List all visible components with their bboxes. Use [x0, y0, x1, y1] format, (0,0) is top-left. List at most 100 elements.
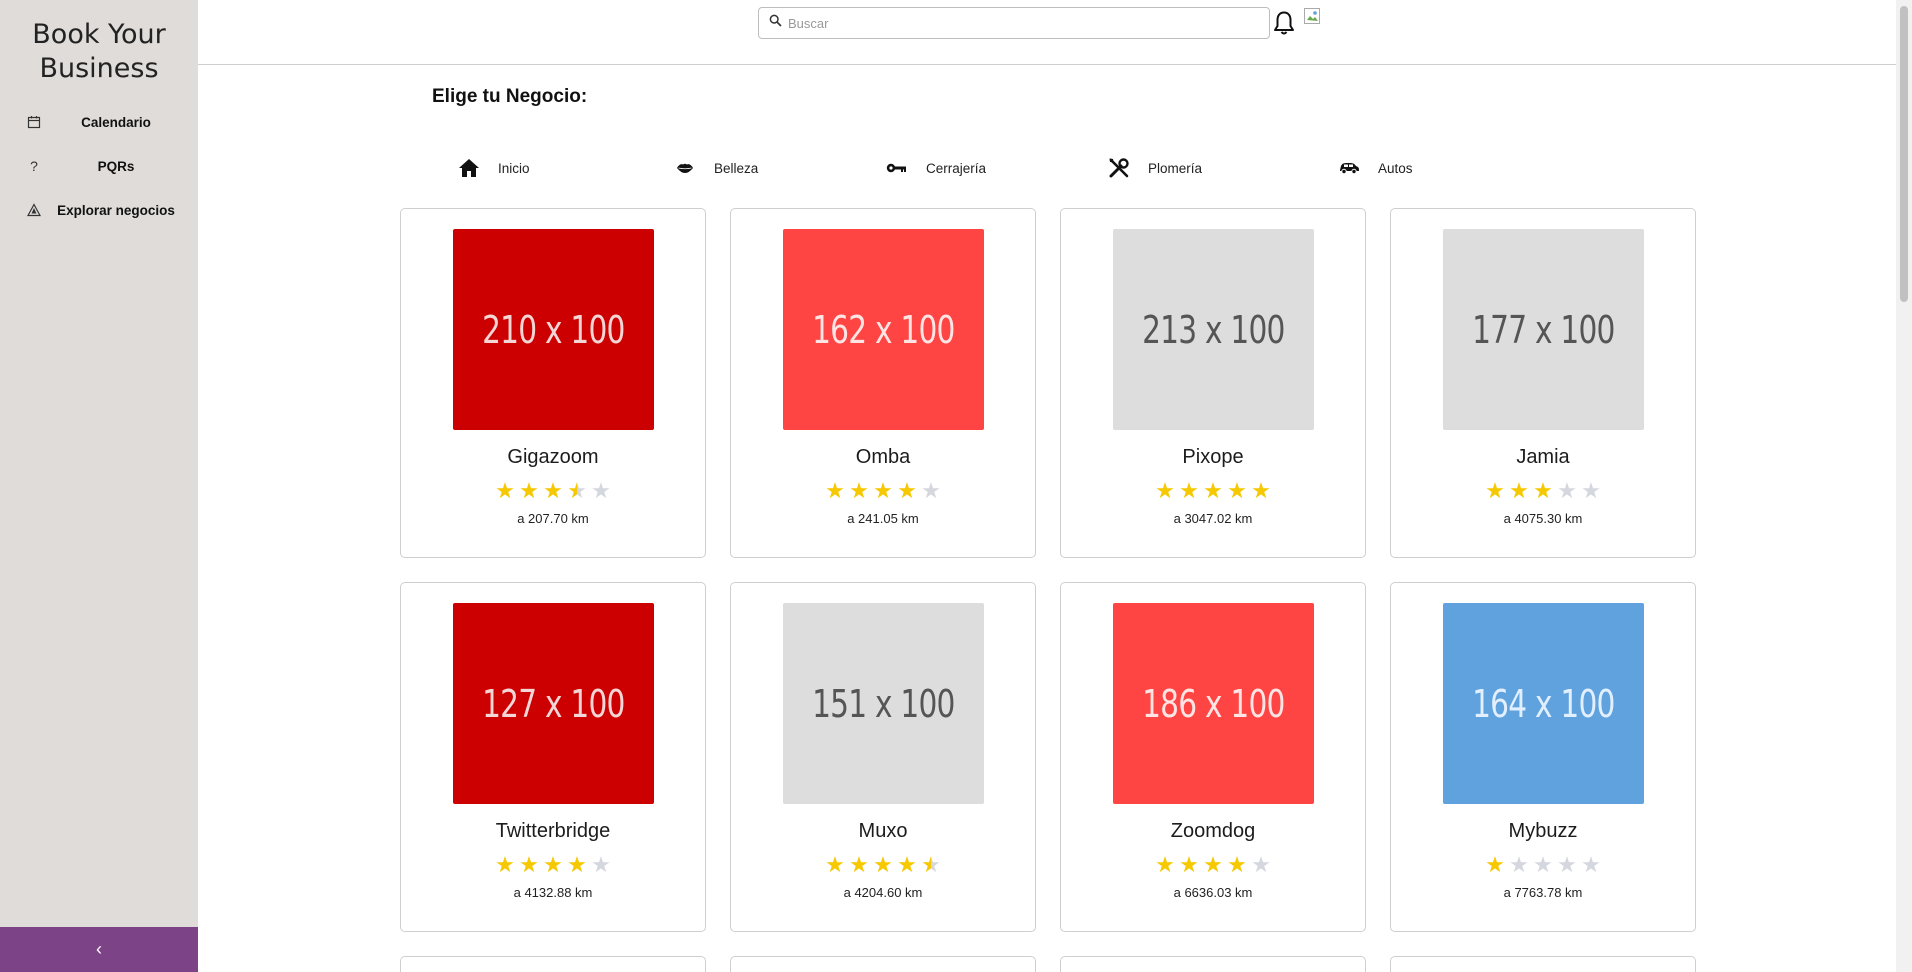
business-thumbnail: 213 x 100 — [1113, 229, 1314, 430]
sidebar-item-pqrs[interactable]: ? PQRs — [0, 144, 198, 188]
business-card-partial[interactable] — [730, 956, 1036, 972]
star-icon: ★ — [1581, 852, 1601, 877]
lips-icon — [672, 155, 698, 181]
top-bar — [198, 0, 1896, 65]
business-card[interactable]: 127 x 100 Twitterbridge ★ ★ ★ ★ ★ a 4132.88 km — [400, 582, 706, 932]
page-scrollbar[interactable] — [1896, 0, 1912, 972]
star-icon: ★ — [1557, 852, 1577, 877]
thumbnail-label: 177 x 100 — [1472, 307, 1615, 352]
star-icon: ★ — [591, 852, 611, 877]
business-name: Jamia — [1516, 446, 1570, 468]
business-thumbnail: 127 x 100 — [453, 603, 654, 804]
brand-line-1: Book Your — [32, 19, 166, 50]
scrollbar-thumb[interactable] — [1900, 6, 1908, 302]
business-distance: a 4204.60 km — [843, 885, 923, 900]
business-distance: a 6636.03 km — [1173, 885, 1253, 900]
thumbnail-label: 213 x 100 — [1142, 307, 1285, 352]
star-icon: ★ — [873, 852, 893, 877]
star-icon: ★ — [825, 478, 845, 503]
business-name: Gigazoom — [507, 446, 599, 468]
avatar[interactable] — [1304, 8, 1322, 26]
star-rating: ★ ★ ★ ★ ★ — [401, 479, 705, 503]
star-icon: ★ — [1227, 478, 1247, 503]
business-thumbnail: 162 x 100 — [783, 229, 984, 430]
star-icon: ★ — [1509, 852, 1529, 877]
business-card[interactable]: 162 x 100 Omba ★ ★ ★ ★ ★ a 241.05 km — [730, 208, 1036, 558]
business-card[interactable]: 164 x 100 Mybuzz ★ ★ ★ ★ ★ a 7763.78 km — [1390, 582, 1696, 932]
sidebar-collapse-button[interactable]: ‹ — [0, 927, 198, 972]
star-icon: ★ — [519, 852, 539, 877]
business-thumbnail: 186 x 100 — [1113, 603, 1314, 804]
search-input[interactable] — [788, 15, 1248, 31]
star-icon: ★ — [1485, 852, 1505, 877]
car-icon — [1336, 155, 1362, 181]
star-icon: ★ — [1533, 852, 1553, 877]
star-icon: ★ — [1485, 478, 1505, 503]
business-card[interactable]: 151 x 100 Muxo ★ ★ ★ ★ ★ a 4204.60 km — [730, 582, 1036, 932]
business-distance: a 4075.30 km — [1503, 511, 1583, 526]
sidebar-item-explorar[interactable]: Explorar negocios — [0, 188, 198, 232]
page-title: Elige tu Negocio: — [432, 86, 588, 107]
sidebar-item-calendario[interactable]: Calendario — [0, 100, 198, 144]
business-name: Twitterbridge — [495, 820, 611, 842]
category-bar: Inicio Belleza Cerrajería Plomería Autos — [456, 154, 1456, 182]
star-icon: ★ — [1581, 478, 1601, 503]
business-thumbnail: 151 x 100 — [783, 603, 984, 804]
category-autos[interactable]: Autos — [1336, 154, 1413, 182]
business-distance: a 4132.88 km — [513, 885, 593, 900]
star-icon: ★ — [1203, 852, 1223, 877]
star-rating: ★ ★ ★ ★ ★ — [1061, 853, 1365, 877]
category-label: Cerrajería — [926, 160, 987, 176]
star-icon: ★ — [543, 852, 563, 877]
category-label: Plomería — [1148, 160, 1203, 176]
star-rating: ★ ★ ★ ★ ★ — [731, 479, 1035, 503]
calendar-icon — [26, 114, 42, 130]
sidebar: Book Your Business Calendario ? PQRs Exp… — [0, 0, 198, 972]
business-card-partial[interactable] — [400, 956, 706, 972]
star-icon: ★ — [1251, 478, 1271, 503]
star-icon: ★ — [495, 852, 515, 877]
brand-title: Book Your Business — [0, 0, 198, 86]
star-icon: ★ — [1533, 478, 1553, 503]
category-cerrajeria[interactable]: Cerrajería — [884, 154, 986, 182]
category-label: Belleza — [714, 160, 759, 176]
star-icon: ★ — [873, 478, 893, 503]
star-icon: ★ — [1179, 852, 1199, 877]
category-belleza[interactable]: Belleza — [672, 154, 758, 182]
business-card[interactable]: 177 x 100 Jamia ★ ★ ★ ★ ★ a 4075.30 km — [1390, 208, 1696, 558]
category-inicio[interactable]: Inicio — [456, 154, 530, 182]
key-icon — [884, 155, 910, 181]
category-plomeria[interactable]: Plomería — [1106, 154, 1202, 182]
business-card[interactable]: 210 x 100 Gigazoom ★ ★ ★ ★ ★ a 207.70 km — [400, 208, 706, 558]
star-icon: ★ — [849, 852, 869, 877]
business-name: Pixope — [1182, 446, 1244, 468]
business-card[interactable]: 186 x 100 Zoomdog ★ ★ ★ ★ ★ a 6636.03 km — [1060, 582, 1366, 932]
category-label: Autos — [1378, 160, 1413, 176]
star-icon: ★ — [1155, 478, 1175, 503]
search-box[interactable] — [758, 7, 1270, 39]
star-icon: ★ — [921, 852, 941, 877]
chevron-left-icon: ‹ — [96, 939, 102, 959]
business-thumbnail: 177 x 100 — [1443, 229, 1644, 430]
business-distance: a 7763.78 km — [1503, 885, 1583, 900]
question-icon: ? — [30, 158, 38, 174]
business-card-partial[interactable] — [1390, 956, 1696, 972]
star-icon: ★ — [897, 852, 917, 877]
business-card[interactable]: 213 x 100 Pixope ★ ★ ★ ★ ★ a 3047.02 km — [1060, 208, 1366, 558]
star-icon: ★ — [519, 478, 539, 503]
sidebar-item-label: Calendario — [81, 114, 151, 130]
thumbnail-label: 127 x 100 — [482, 681, 625, 726]
business-name: Omba — [855, 446, 911, 468]
sidebar-item-label: Explorar negocios — [57, 202, 175, 218]
bell-icon[interactable] — [1272, 10, 1296, 36]
star-icon: ★ — [1155, 852, 1175, 877]
star-icon: ★ — [921, 478, 941, 503]
thumbnail-label: 210 x 100 — [482, 307, 625, 352]
star-icon: ★ — [1557, 478, 1577, 503]
tools-icon — [1106, 155, 1132, 181]
business-name: Zoomdog — [1170, 820, 1256, 842]
business-card-partial[interactable] — [1060, 956, 1366, 972]
star-icon: ★ — [495, 478, 515, 503]
search-icon — [769, 14, 782, 32]
brand-line-2: Business — [39, 53, 159, 84]
